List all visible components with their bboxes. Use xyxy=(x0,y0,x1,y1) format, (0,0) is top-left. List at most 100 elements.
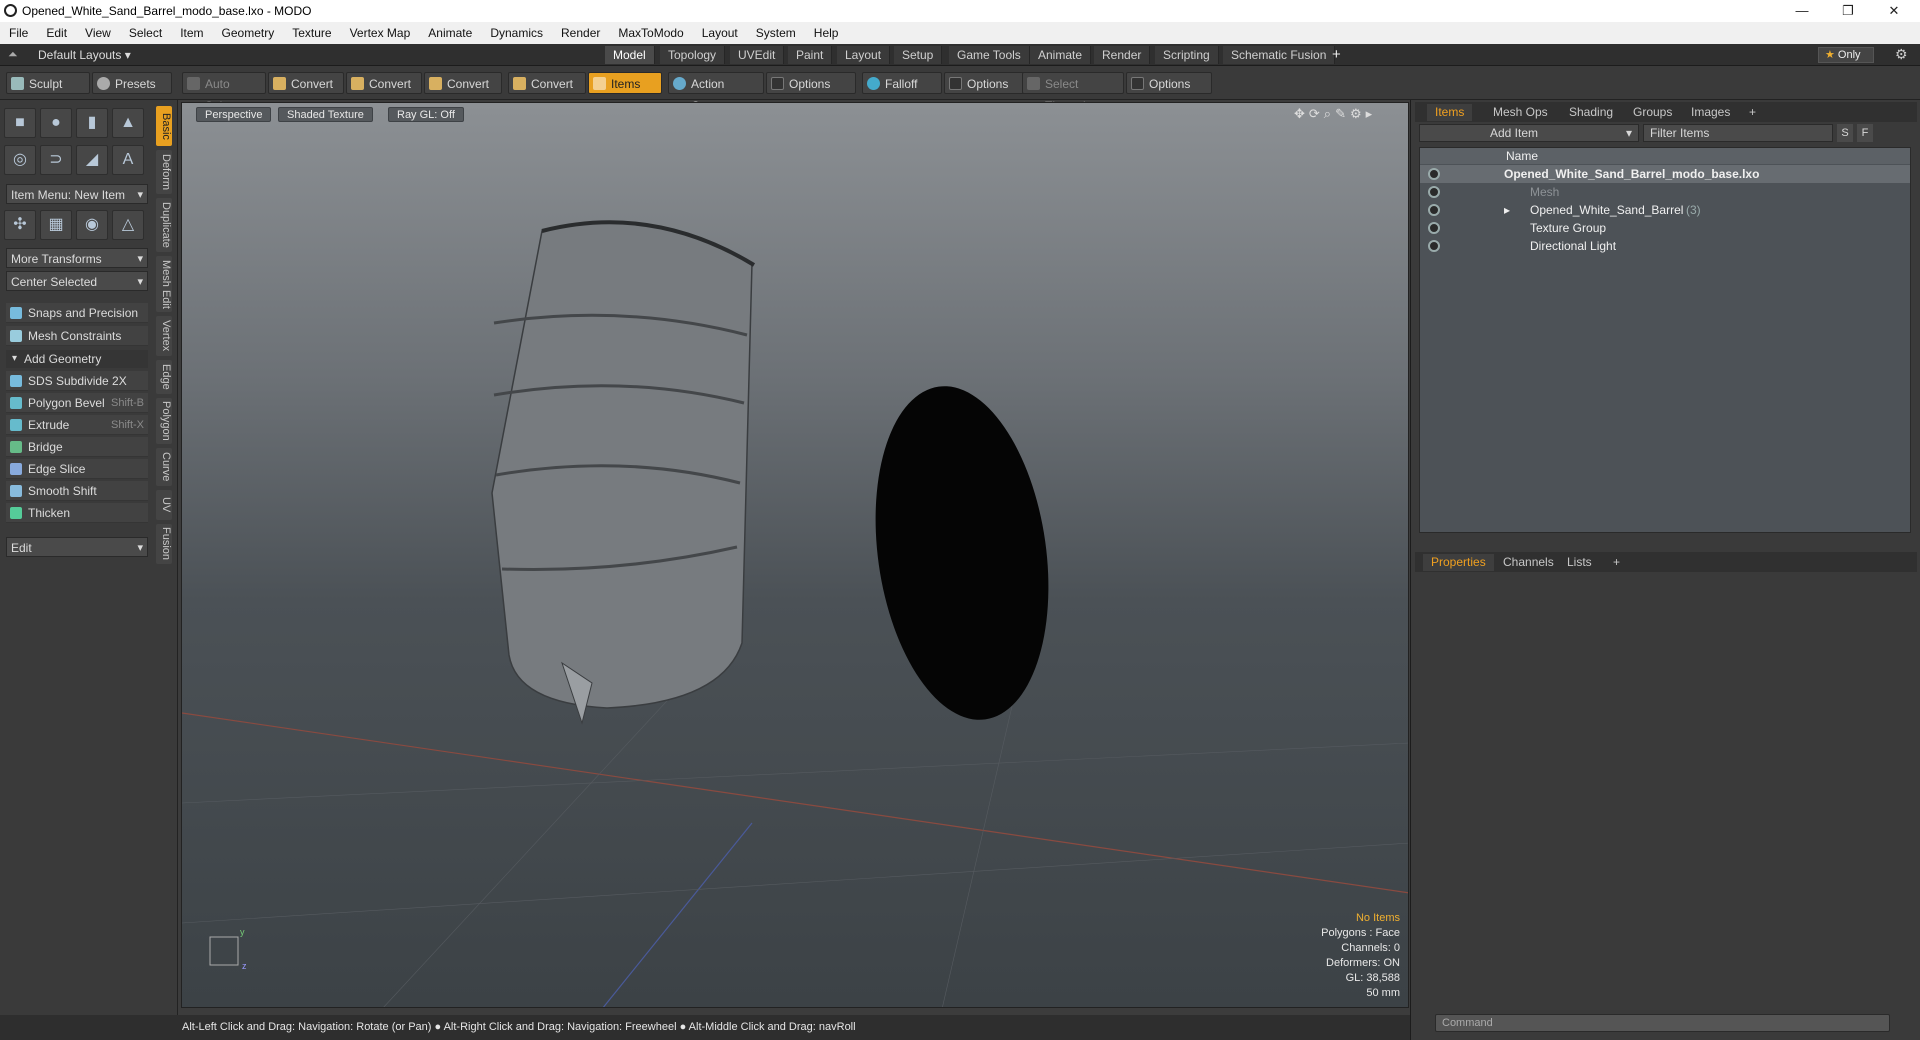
list-item[interactable]: Texture Group xyxy=(1420,219,1910,237)
gear-icon[interactable]: ⚙ xyxy=(1895,46,1908,63)
list-item[interactable]: Opened_White_Sand_Barrel_modo_base.lxo xyxy=(1420,165,1910,183)
center-selected-dropdown[interactable]: Center Selected xyxy=(6,271,148,292)
add-properties-tab-button[interactable]: + xyxy=(1605,554,1628,571)
tab-lists[interactable]: Lists xyxy=(1559,554,1600,571)
tab-layout[interactable]: Layout xyxy=(837,46,891,64)
layout-collapse-icon[interactable]: ⏶ xyxy=(8,47,18,62)
edit-dropdown[interactable]: Edit xyxy=(6,537,148,558)
filter-s-button[interactable]: S xyxy=(1837,124,1853,142)
eye-icon[interactable] xyxy=(1428,222,1440,234)
edge-slice-button[interactable]: Edge Slice xyxy=(6,459,148,479)
convert-vertex-button[interactable]: Convert xyxy=(268,72,344,94)
cube-icon[interactable]: ■ xyxy=(4,108,36,138)
tab-paint[interactable]: Paint xyxy=(788,46,833,64)
menu-layout[interactable]: Layout xyxy=(693,26,747,40)
menu-edit[interactable]: Edit xyxy=(37,26,76,40)
vtab-uv[interactable]: UV xyxy=(156,490,172,520)
extrude-button[interactable]: Extrude Shift-X xyxy=(6,415,148,435)
tab-mesh-ops[interactable]: Mesh Ops xyxy=(1485,104,1556,121)
tab-scripting[interactable]: Scripting xyxy=(1155,46,1219,64)
sculpt-button[interactable]: Sculpt xyxy=(6,72,90,94)
select-through-button[interactable]: Select Through xyxy=(1022,72,1124,113)
mesh-constraints-button[interactable]: Mesh Constraints xyxy=(6,326,148,346)
add-tab-button[interactable]: + xyxy=(1332,46,1341,63)
tab-schematic-fusion[interactable]: Schematic Fusion xyxy=(1223,46,1336,64)
globe-icon[interactable]: ◉ xyxy=(76,210,108,240)
maximize-button[interactable]: ❐ xyxy=(1826,0,1870,22)
grid-icon[interactable]: ▦ xyxy=(40,210,72,240)
tab-items[interactable]: Items xyxy=(1427,104,1473,121)
only-toggle[interactable]: ★ Only xyxy=(1818,47,1874,63)
tab-game-tools[interactable]: Game Tools xyxy=(949,46,1030,64)
tab-properties[interactable]: Properties xyxy=(1423,554,1494,571)
default-layouts-dropdown[interactable]: Default Layouts ▾ xyxy=(38,48,131,62)
action-center-options-button[interactable]: Options xyxy=(766,72,856,94)
tab-topology[interactable]: Topology xyxy=(660,46,726,64)
menu-maxtomodo[interactable]: MaxToModo xyxy=(609,26,692,40)
menu-vertex-map[interactable]: Vertex Map xyxy=(341,26,420,40)
transform-gizmo-icon[interactable]: ✣ xyxy=(4,210,36,240)
vtab-deform[interactable]: Deform xyxy=(156,150,172,194)
eye-icon[interactable] xyxy=(1428,186,1440,198)
command-input[interactable]: Command xyxy=(1435,1014,1890,1032)
expand-arrow-icon[interactable]: ▸ xyxy=(1504,201,1510,219)
menu-help[interactable]: Help xyxy=(805,26,848,40)
eye-icon[interactable] xyxy=(1428,240,1440,252)
convert-edge-button[interactable]: Convert xyxy=(346,72,422,94)
tab-render[interactable]: Render xyxy=(1094,46,1151,64)
menu-dynamics[interactable]: Dynamics xyxy=(481,26,552,40)
falloff-button[interactable]: Falloff xyxy=(862,72,942,94)
menu-render[interactable]: Render xyxy=(552,26,609,40)
add-item-dropdown[interactable]: Add Item ▾ xyxy=(1419,124,1639,142)
presets-button[interactable]: Presets F6 xyxy=(92,72,172,113)
minimize-button[interactable]: — xyxy=(1780,0,1824,22)
more-transforms-dropdown[interactable]: More Transforms xyxy=(6,248,148,269)
cone-icon[interactable]: ▲ xyxy=(112,108,144,138)
vtab-duplicate[interactable]: Duplicate xyxy=(156,198,172,252)
menu-item[interactable]: Item xyxy=(171,26,212,40)
vtab-vertex[interactable]: Vertex xyxy=(156,316,172,356)
menu-select[interactable]: Select xyxy=(120,26,171,40)
vtab-curve[interactable]: Curve xyxy=(156,448,172,486)
3d-viewport[interactable]: Perspective Shaded Texture Ray GL: Off ✥… xyxy=(181,102,1409,1008)
snaps-precision-button[interactable]: Snaps and Precision xyxy=(6,303,148,323)
vtab-edge[interactable]: Edge xyxy=(156,360,172,394)
action-center-button[interactable]: Action Center xyxy=(668,72,764,113)
menu-view[interactable]: View xyxy=(76,26,120,40)
menu-animate[interactable]: Animate xyxy=(419,26,481,40)
capsule-icon[interactable]: ⊃ xyxy=(40,145,72,175)
menu-system[interactable]: System xyxy=(747,26,805,40)
list-item[interactable]: Mesh xyxy=(1420,183,1910,201)
text-tool-icon[interactable]: A xyxy=(112,145,144,175)
falloff-options-button[interactable]: Options xyxy=(944,72,1026,94)
tab-images[interactable]: Images xyxy=(1683,104,1738,121)
tab-animate[interactable]: Animate xyxy=(1030,46,1092,64)
tab-groups[interactable]: Groups xyxy=(1625,104,1680,121)
auto-select-button[interactable]: Auto Select xyxy=(182,72,266,113)
filter-items-input[interactable]: Filter Items xyxy=(1643,124,1833,142)
smooth-shift-button[interactable]: Smooth Shift xyxy=(6,481,148,501)
menu-texture[interactable]: Texture xyxy=(283,26,340,40)
thicken-button[interactable]: Thicken xyxy=(6,503,148,523)
list-item[interactable]: Directional Light xyxy=(1420,237,1910,255)
pen-icon[interactable]: ◢ xyxy=(76,145,108,175)
menu-file[interactable]: File xyxy=(0,26,37,40)
close-button[interactable]: ✕ xyxy=(1872,0,1916,22)
eye-icon[interactable] xyxy=(1428,168,1440,180)
bridge-button[interactable]: Bridge xyxy=(6,437,148,457)
vtab-basic[interactable]: Basic xyxy=(156,106,172,146)
filter-f-button[interactable]: F xyxy=(1857,124,1873,142)
convert-item-button[interactable]: Convert xyxy=(508,72,586,94)
convert-polygon-button[interactable]: Convert xyxy=(424,72,502,94)
tab-uvedit[interactable]: UVEdit xyxy=(730,46,785,64)
torus-icon[interactable]: ◎ xyxy=(4,145,36,175)
vtab-fusion[interactable]: Fusion xyxy=(156,524,172,564)
vtab-polygon[interactable]: Polygon xyxy=(156,398,172,444)
pyramid-icon[interactable]: △ xyxy=(112,210,144,240)
tab-channels[interactable]: Channels xyxy=(1495,554,1562,571)
item-menu-dropdown[interactable]: Item Menu: New Item xyxy=(6,184,148,205)
cylinder-icon[interactable]: ▮ xyxy=(76,108,108,138)
tab-setup[interactable]: Setup xyxy=(894,46,943,64)
tab-model[interactable]: Model xyxy=(605,46,655,64)
add-geometry-section[interactable]: Add Geometry xyxy=(6,350,148,368)
